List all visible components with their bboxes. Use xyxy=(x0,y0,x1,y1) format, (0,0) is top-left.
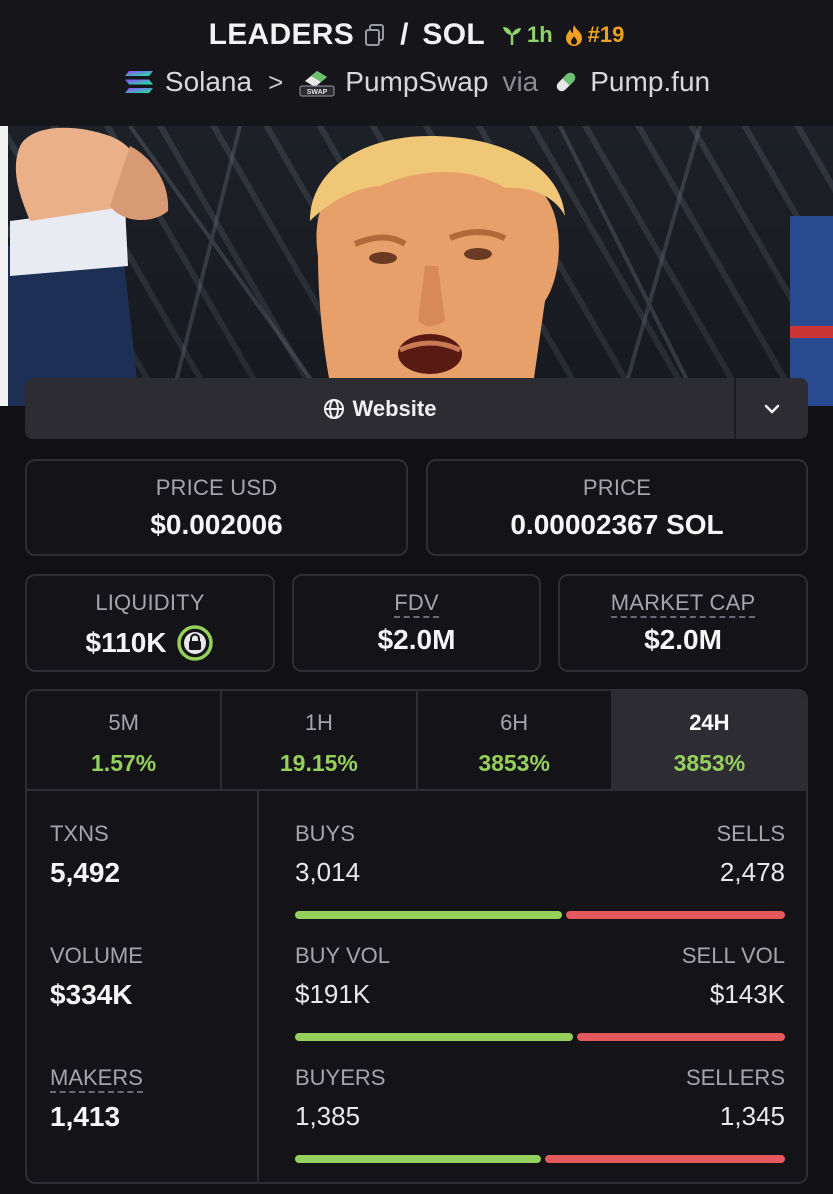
quote-symbol: SOL xyxy=(422,18,485,51)
tab-6h-label: 6H xyxy=(500,710,529,735)
website-bar: Website xyxy=(25,378,808,439)
txns-value: 5,492 xyxy=(50,857,121,888)
buy-bar xyxy=(295,1155,541,1163)
website-label: Website xyxy=(352,395,437,421)
txns-label: TXNS xyxy=(50,821,109,846)
tab-6h-change: 3853% xyxy=(478,750,550,776)
txns-ratio-bar xyxy=(295,911,785,919)
dex-link[interactable]: PumpSwap xyxy=(345,66,488,98)
sprout-icon xyxy=(502,27,521,45)
chevron-right-icon: > xyxy=(268,66,284,97)
makers-split: BUYERS SELLERS 1,385 1,345 xyxy=(295,1065,785,1163)
tab-24h-label: 24H xyxy=(689,710,730,735)
sells-label: SELLS xyxy=(716,821,786,846)
swap-badge-label: SWAP xyxy=(307,89,328,96)
copy-icon[interactable] xyxy=(364,23,386,47)
pair-age-value: 1h xyxy=(526,22,553,47)
volume-split: BUY VOL SELL VOL $191K $143K xyxy=(295,943,785,1041)
buy-bar xyxy=(295,1033,573,1041)
fdv-card: FDV $2.0M xyxy=(292,574,541,672)
tab-1h-label: 1H xyxy=(304,710,333,735)
trending-rank-value: #19 xyxy=(587,22,625,47)
liquidity-label: LIQUIDITY xyxy=(95,590,205,615)
launchpad-link[interactable]: Pump.fun xyxy=(590,66,710,98)
title-row: LEADERS / SOL 1h #19 xyxy=(0,18,833,52)
chain-link[interactable]: Solana xyxy=(165,66,252,98)
tab-24h[interactable]: 24H 3853% xyxy=(612,691,806,789)
buy-bar xyxy=(295,911,562,919)
flame-icon xyxy=(565,25,582,46)
pill-icon xyxy=(557,72,576,92)
makers-ratio-bar xyxy=(295,1155,785,1163)
fdv-label[interactable]: FDV xyxy=(394,590,439,618)
sells-value: 2,478 xyxy=(719,857,785,887)
price-usd-label: PRICE USD xyxy=(155,475,278,500)
pair-header: LEADERS / SOL 1h #19 Solana > SWAP PumpS… xyxy=(0,0,833,126)
pair-separator: / xyxy=(400,18,409,51)
buys-label: BUYS xyxy=(295,821,355,846)
sell-vol-value: $143K xyxy=(709,979,785,1009)
buy-vol-label: BUY VOL xyxy=(295,943,390,968)
buy-vol-value: $191K xyxy=(295,979,371,1009)
tab-5m-change: 1.57% xyxy=(91,750,157,776)
makers-value: 1,413 xyxy=(50,1101,121,1132)
volume-ratio-bar xyxy=(295,1033,785,1041)
globe-icon xyxy=(323,398,344,419)
market-cap-card: MARKET CAP $2.0M xyxy=(558,574,808,672)
fdv-value: $2.0M xyxy=(377,624,456,655)
sellers-label: SELLERS xyxy=(685,1065,785,1090)
liquidity-value: $110K xyxy=(85,627,167,658)
chevron-down-icon xyxy=(764,404,780,414)
pair-age: 1h xyxy=(501,22,553,48)
timeframe-tabs: 5M 1.57% 1H 19.15% 6H 3853% 24H 3853% xyxy=(27,691,806,791)
trending-rank[interactable]: #19 xyxy=(563,22,625,48)
sell-bar xyxy=(566,911,785,919)
volume-stat: VOLUME $334K xyxy=(50,943,143,1011)
pumpswap-icon: SWAP xyxy=(299,71,335,97)
lock-icon[interactable] xyxy=(176,624,214,662)
website-button[interactable]: Website xyxy=(25,378,736,439)
stats-panel: 5M 1.57% 1H 19.15% 6H 3853% 24H 3853% TX… xyxy=(25,689,808,1184)
volume-label: VOLUME xyxy=(50,943,143,968)
sell-vol-label: SELL VOL xyxy=(681,943,785,968)
tab-1h-change: 19.15% xyxy=(279,750,358,776)
price-usd-value: $0.002006 xyxy=(150,509,283,540)
txns-stat: TXNS 5,492 xyxy=(50,821,120,889)
sell-bar xyxy=(577,1033,785,1041)
makers-stat: MAKERS 1,413 xyxy=(50,1065,143,1133)
makers-label[interactable]: MAKERS xyxy=(50,1065,143,1093)
price-usd-card: PRICE USD $0.002006 xyxy=(25,459,408,556)
sellers-value: 1,345 xyxy=(719,1101,785,1131)
liquidity-card: LIQUIDITY $110K xyxy=(25,574,275,672)
price-native-card: PRICE 0.00002367 SOL xyxy=(426,459,808,556)
solana-icon xyxy=(124,71,153,93)
links-dropdown-button[interactable] xyxy=(736,378,808,439)
liquidity-value-row: $110K xyxy=(27,624,273,662)
totals-column: TXNS 5,492 VOLUME $334K MAKERS 1,413 xyxy=(27,791,259,1182)
tab-6h[interactable]: 6H 3853% xyxy=(418,691,613,789)
sell-bar xyxy=(545,1155,785,1163)
market-cap-value: $2.0M xyxy=(644,624,722,655)
volume-value: $334K xyxy=(50,979,133,1010)
token-banner-image xyxy=(0,126,833,406)
buys-value: 3,014 xyxy=(295,857,361,887)
tab-1h[interactable]: 1H 19.15% xyxy=(222,691,418,789)
buyers-value: 1,385 xyxy=(295,1101,361,1131)
price-native-value: 0.00002367 SOL xyxy=(510,509,724,540)
via-label: via xyxy=(502,66,539,97)
tab-5m-label: 5M xyxy=(108,710,139,735)
market-cap-label[interactable]: MARKET CAP xyxy=(610,590,756,618)
token-symbol: LEADERS xyxy=(208,18,355,51)
tab-24h-change: 3853% xyxy=(673,750,746,776)
price-native-label: PRICE xyxy=(582,475,652,500)
txns-split: BUYS SELLS 3,014 2,478 xyxy=(295,821,786,919)
tab-5m[interactable]: 5M 1.57% xyxy=(27,691,223,789)
buyers-label: BUYERS xyxy=(295,1065,386,1090)
breadcrumb: Solana > SWAP PumpSwap via Pump.fun xyxy=(0,66,833,98)
